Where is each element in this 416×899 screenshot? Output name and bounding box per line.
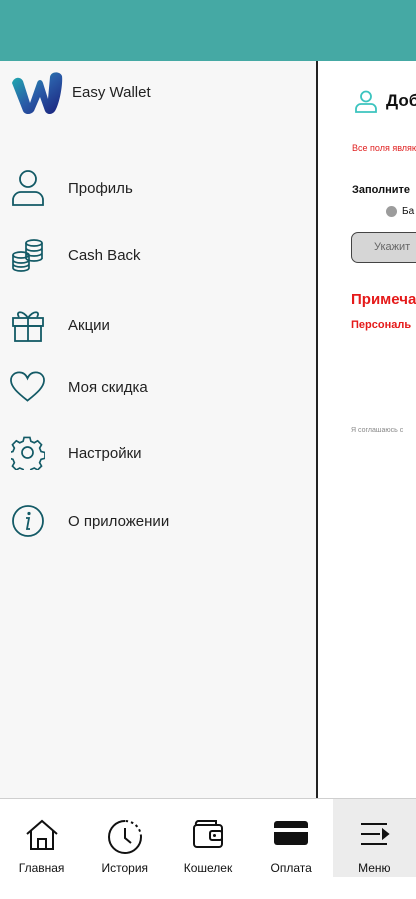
background-page: Доб Все поля являю Заполните Ба Укажит П… <box>318 61 416 798</box>
agreement-text: Я соглашаюсь с <box>351 427 404 434</box>
info-icon <box>10 502 45 540</box>
radio-dot[interactable] <box>386 206 397 217</box>
drawer-item-my-discount[interactable]: Моя скидка <box>10 365 300 409</box>
menu-icon <box>361 823 390 845</box>
tab-label: Оплата <box>270 861 312 875</box>
user-icon <box>10 169 45 207</box>
tab-label: Главная <box>18 861 65 875</box>
radio-label: Ба <box>402 206 415 217</box>
tab-home[interactable]: Главная <box>0 799 83 877</box>
drawer-item-label: Настройки <box>68 444 142 462</box>
tab-history[interactable]: История <box>83 799 166 877</box>
drawer-item-label: Профиль <box>68 179 133 197</box>
easy-wallet-logo-icon <box>12 72 63 114</box>
tab-payment[interactable]: Оплата <box>250 799 333 877</box>
wallet-icon <box>192 820 223 848</box>
heart-icon <box>10 368 45 406</box>
brand: Easy Wallet <box>10 69 151 115</box>
tab-wallet[interactable]: Кошелек <box>166 799 249 877</box>
drawer-item-label: Cash Back <box>68 246 141 264</box>
card-icon <box>274 821 309 845</box>
bottom-navigation: Главная История Кошелек Оплата Меню <box>0 798 416 899</box>
fill-label: Заполните <box>352 184 410 196</box>
tab-menu[interactable]: Меню <box>332 799 416 877</box>
page-title: Доб <box>386 91 416 110</box>
gear-icon <box>10 434 45 472</box>
required-fields-note: Все поля являю <box>352 143 416 153</box>
top-app-bar <box>0 0 416 61</box>
home-icon <box>25 819 58 850</box>
background-page-title: Доб <box>354 89 416 113</box>
user-outline-icon <box>355 90 377 113</box>
tab-label: История <box>101 861 149 875</box>
drawer-item-cashback[interactable]: Cash Back <box>10 233 300 277</box>
drawer-item-label: Моя скидка <box>68 378 148 396</box>
radio-option[interactable]: Ба <box>386 206 414 217</box>
drawer-item-about[interactable]: О приложении <box>10 499 300 543</box>
input-placeholder: Укажит <box>374 241 411 253</box>
clock-history-icon <box>107 820 142 854</box>
navigation-drawer: Easy Wallet Профиль Cash Back Акции Моя … <box>0 61 318 798</box>
drawer-item-profile[interactable]: Профиль <box>10 166 300 210</box>
text-input[interactable]: Укажит <box>351 232 416 263</box>
brand-name: Easy Wallet <box>72 83 151 101</box>
drawer-item-label: О приложении <box>68 512 170 530</box>
tab-label: Кошелек <box>183 861 233 875</box>
drawer-item-promotions[interactable]: Акции <box>10 303 300 347</box>
tab-label: Меню <box>358 861 391 875</box>
gift-icon <box>10 306 45 344</box>
drawer-item-label: Акции <box>68 316 110 334</box>
note-heading: Примеча <box>351 291 416 308</box>
coins-icon <box>10 236 45 274</box>
drawer-item-settings[interactable]: Настройки <box>10 431 300 475</box>
personal-label: Персональ <box>351 319 412 331</box>
